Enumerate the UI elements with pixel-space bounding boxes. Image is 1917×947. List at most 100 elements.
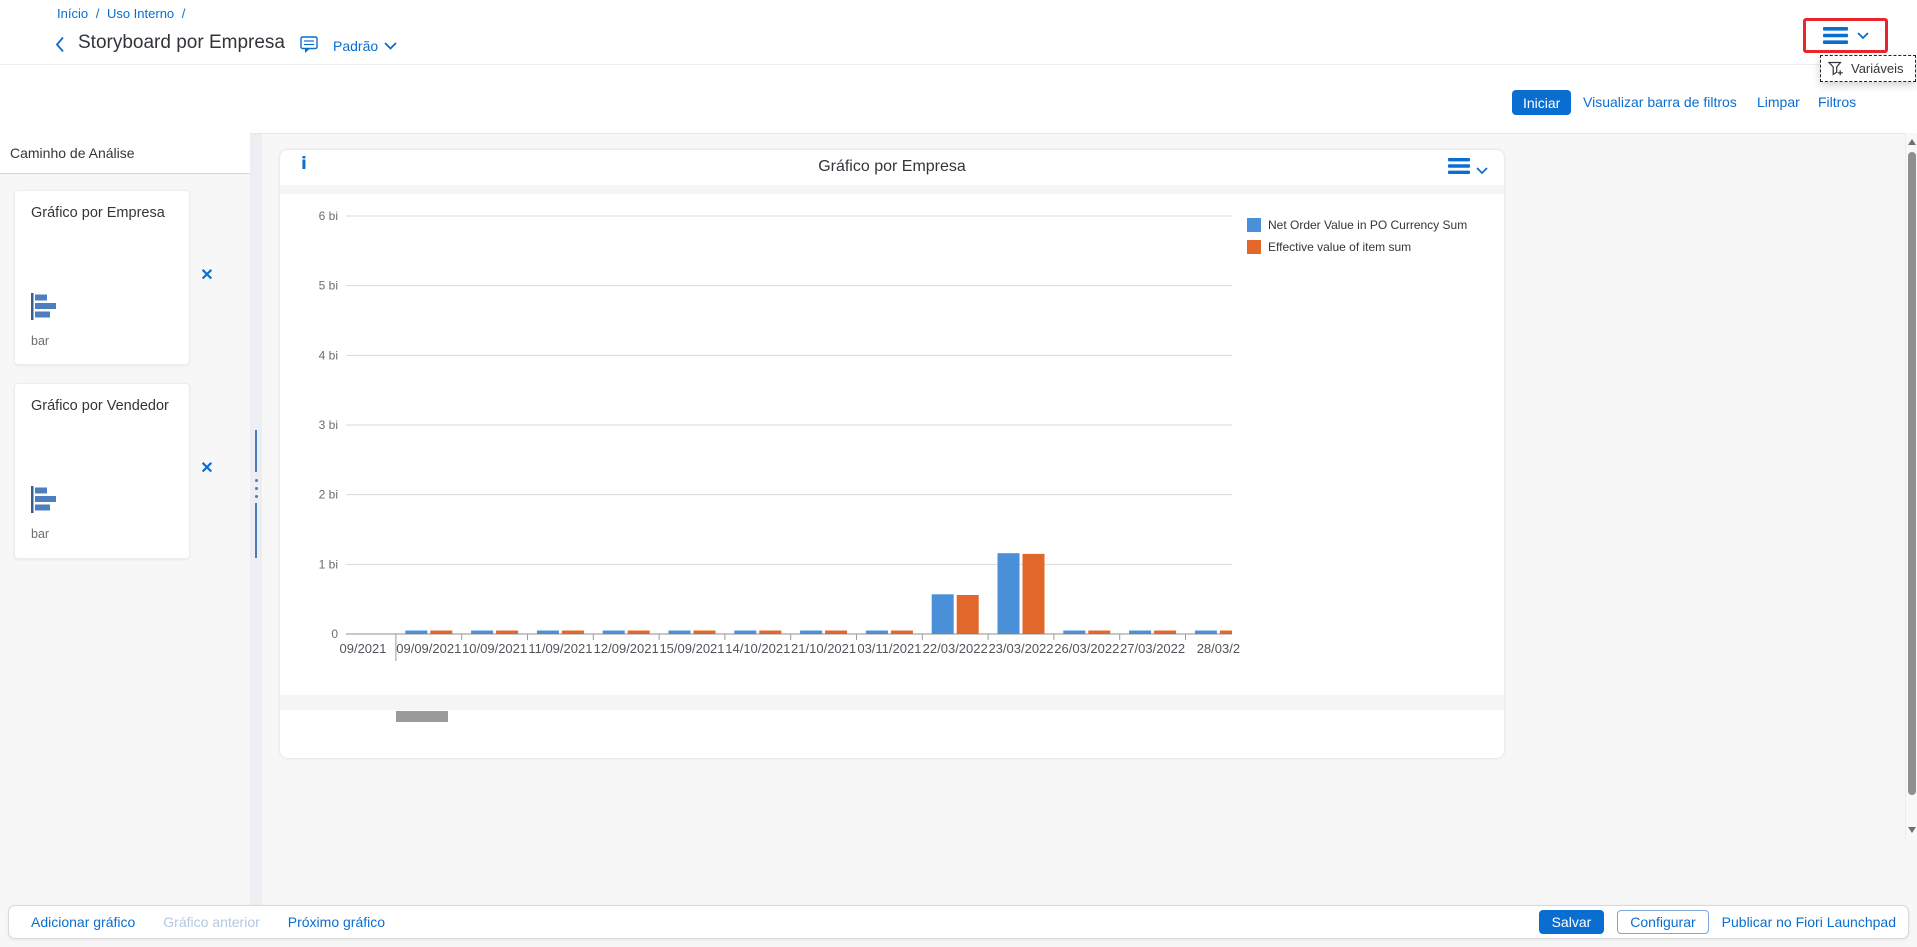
- variant-selector[interactable]: Padrão: [333, 38, 397, 54]
- filters-link[interactable]: Filtros: [1818, 94, 1856, 110]
- x-axis-tick-label: 27/03/2022: [1120, 641, 1185, 656]
- breadcrumb-link-home[interactable]: Início: [57, 6, 88, 21]
- bar-23/03/2022-s0[interactable]: [998, 553, 1020, 634]
- menu-item-variables[interactable]: Variáveis: [1820, 55, 1916, 82]
- bar-11/09/2021-s1[interactable]: [562, 631, 584, 634]
- x-axis-tick-label: 21/10/2021: [791, 641, 856, 656]
- bar-14/10/2021-s1[interactable]: [759, 631, 781, 634]
- configure-button[interactable]: Configurar: [1617, 910, 1708, 934]
- analysis-step-card-empresa[interactable]: Gráfico por Empresa bar: [14, 190, 190, 365]
- x-axis-tick-label: 28/03/2: [1197, 641, 1240, 656]
- breadcrumb-link-section[interactable]: Uso Interno: [107, 6, 174, 21]
- x-axis-tick-label: 14/10/2021: [725, 641, 790, 656]
- legend-item[interactable]: Net Order Value in PO Currency Sum: [1247, 218, 1467, 232]
- bar-28/03/2-s0[interactable]: [1195, 631, 1217, 634]
- x-axis-tick-label: 10/09/2021: [462, 641, 527, 656]
- page-scrollbar[interactable]: [1905, 133, 1917, 840]
- remove-step-icon[interactable]: ✕: [197, 459, 217, 479]
- bar-10/09/2021-s1[interactable]: [496, 631, 518, 634]
- bar-15/09/2021-s1[interactable]: [694, 631, 716, 634]
- hamburger-menu-icon[interactable]: [1823, 27, 1848, 44]
- chart-menu-icon[interactable]: [1448, 158, 1470, 179]
- bar-27/03/2022-s0[interactable]: [1129, 631, 1151, 634]
- bar-09/09/2021-s1[interactable]: [430, 631, 452, 634]
- bar-27/03/2022-s1[interactable]: [1154, 631, 1176, 634]
- x-axis-tick-label: 11/09/2021: [528, 641, 592, 656]
- y-axis-tick-label: 0: [331, 627, 338, 641]
- save-button[interactable]: Salvar: [1539, 910, 1605, 934]
- bar-10/09/2021-s0[interactable]: [471, 631, 493, 634]
- x-axis-tick-label: 22/03/2022: [923, 641, 988, 656]
- start-button[interactable]: Iniciar: [1512, 90, 1571, 115]
- bar-15/09/2021-s0[interactable]: [669, 631, 691, 634]
- page-menu-highlighted[interactable]: [1803, 18, 1888, 53]
- bar-21/10/2021-s1[interactable]: [825, 631, 847, 634]
- variant-label: Padrão: [333, 38, 378, 54]
- bar-23/03/2022-s1[interactable]: [1023, 554, 1045, 634]
- next-chart-link[interactable]: Próximo gráfico: [288, 914, 385, 930]
- bar-chart[interactable]: 6 bi5 bi4 bi3 bi2 bi1 bi009/202109/09/20…: [280, 183, 1504, 758]
- clear-link[interactable]: Limpar: [1757, 94, 1800, 110]
- chevron-down-icon[interactable]: [1857, 32, 1869, 40]
- scroll-down-icon[interactable]: [1908, 827, 1916, 833]
- bar-03/11/2021-s1[interactable]: [891, 631, 913, 634]
- add-chart-link[interactable]: Adicionar gráfico: [31, 914, 135, 930]
- chart-hscrollbar-track[interactable]: [343, 710, 1504, 723]
- bar-26/03/2022-s0[interactable]: [1063, 631, 1085, 634]
- bar-28/03/2-s1[interactable]: [1220, 631, 1242, 634]
- previous-chart-link: Gráfico anterior: [163, 914, 259, 930]
- x-axis-tick-label: 09/09/2021: [396, 641, 461, 656]
- splitter-handle[interactable]: [255, 503, 257, 558]
- legend-label: Effective value of item sum: [1268, 240, 1411, 254]
- bar-11/09/2021-s0[interactable]: [537, 631, 559, 634]
- breadcrumb: Início / Uso Interno /: [57, 6, 189, 21]
- x-axis-tick-label: 23/03/2022: [988, 641, 1053, 656]
- y-axis-tick-label: 3 bi: [319, 418, 338, 432]
- splitter-grip-dot[interactable]: [255, 495, 258, 498]
- footer-bar: Adicionar gráfico Gráfico anterior Próxi…: [8, 905, 1909, 939]
- step-chart-type: bar: [31, 527, 49, 541]
- chart-scroll-band: [280, 695, 1504, 710]
- bar-09/09/2021-s0[interactable]: [405, 631, 427, 634]
- breadcrumb-separator: /: [96, 6, 100, 21]
- horizontal-bar-chart-icon: [31, 293, 71, 325]
- footer-right-actions: Salvar Configurar Publicar no Fiori Laun…: [1539, 910, 1908, 934]
- bar-12/09/2021-s0[interactable]: [603, 631, 625, 634]
- page-title: Storyboard por Empresa: [78, 32, 285, 54]
- x-axis-tick-label: 15/09/2021: [659, 641, 724, 656]
- splitter-grip-dot[interactable]: [255, 479, 258, 482]
- legend-label: Net Order Value in PO Currency Sum: [1268, 218, 1467, 232]
- remove-step-icon[interactable]: ✕: [197, 266, 217, 286]
- publish-fiori-link[interactable]: Publicar no Fiori Launchpad: [1722, 914, 1896, 930]
- chart-chevron-down-icon[interactable]: [1476, 162, 1488, 180]
- back-chevron-icon[interactable]: [55, 36, 65, 58]
- bar-26/03/2022-s1[interactable]: [1088, 631, 1110, 634]
- menu-item-variables-label: Variáveis: [1851, 61, 1904, 76]
- bar-22/03/2022-s0[interactable]: [932, 594, 954, 634]
- analysis-step-card-vendedor[interactable]: Gráfico por Vendedor bar: [14, 383, 190, 559]
- bar-12/09/2021-s1[interactable]: [628, 631, 650, 634]
- bar-03/11/2021-s0[interactable]: [866, 631, 888, 634]
- header-divider-strip: [280, 185, 1504, 194]
- chart-hscrollbar-thumb[interactable]: [396, 711, 448, 722]
- filter-add-icon: [1828, 61, 1844, 77]
- scroll-up-icon[interactable]: [1908, 139, 1916, 145]
- breadcrumb-separator: /: [182, 6, 186, 21]
- header-divider: [0, 64, 1917, 65]
- step-chart-type: bar: [31, 334, 49, 348]
- legend-item[interactable]: Effective value of item sum: [1247, 240, 1411, 254]
- splitter-handle[interactable]: [255, 430, 257, 472]
- page-scrollbar-thumb[interactable]: [1908, 152, 1916, 795]
- bar-22/03/2022-s1[interactable]: [957, 595, 979, 634]
- bar-14/10/2021-s0[interactable]: [734, 631, 756, 634]
- chart-panel: Gráfico por Empresa i 6 bi5 bi4 bi3 bi2 …: [280, 150, 1504, 758]
- footer-left-actions: Adicionar gráfico Gráfico anterior Próxi…: [9, 914, 385, 930]
- y-axis-tick-label: 4 bi: [319, 348, 338, 362]
- comment-icon[interactable]: [300, 36, 319, 59]
- x-axis-tick-label: 03/11/2021: [857, 641, 921, 656]
- info-icon[interactable]: i: [301, 154, 307, 174]
- x-axis-tick-label: 26/03/2022: [1054, 641, 1119, 656]
- splitter-grip-dot[interactable]: [255, 487, 258, 490]
- show-filter-bar-link[interactable]: Visualizar barra de filtros: [1583, 94, 1737, 110]
- bar-21/10/2021-s0[interactable]: [800, 631, 822, 634]
